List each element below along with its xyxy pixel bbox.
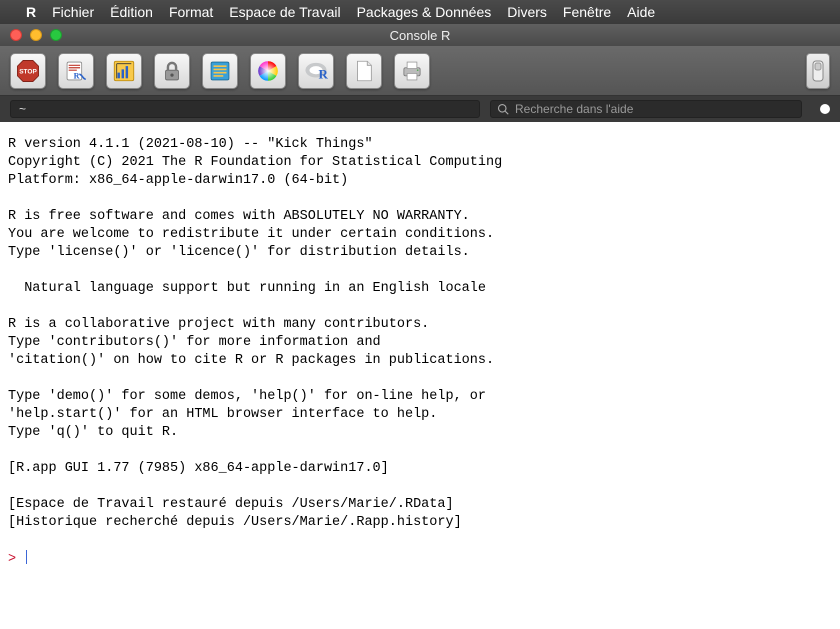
r-console-window: Console R STOP R [0, 24, 840, 583]
svg-text:R: R [74, 71, 80, 80]
svg-text:R: R [318, 66, 328, 81]
window-titlebar: Console R [0, 24, 840, 46]
app-menu[interactable]: R [26, 4, 36, 20]
console-output[interactable]: R version 4.1.1 (2021-08-10) -- "Kick Th… [0, 122, 840, 583]
menu-espace-travail[interactable]: Espace de Travail [229, 4, 340, 20]
colors-button[interactable] [250, 53, 286, 89]
toolbar-overflow-button[interactable] [806, 53, 830, 89]
system-menubar: R Fichier Édition Format Espace de Trava… [0, 0, 840, 24]
rlogo-icon: R [303, 58, 329, 84]
quartz-button[interactable] [106, 53, 142, 89]
history-button[interactable] [202, 53, 238, 89]
help-search-field[interactable] [490, 100, 802, 118]
pathbar: ~ [0, 96, 840, 122]
menu-edition[interactable]: Édition [110, 4, 153, 20]
stop-button[interactable]: STOP [10, 53, 46, 89]
console-prompt: > [8, 552, 16, 567]
quartz-icon [111, 58, 137, 84]
newdoc-icon [351, 58, 377, 84]
menu-fenetre[interactable]: Fenêtre [563, 4, 611, 20]
menu-fichier[interactable]: Fichier [52, 4, 94, 20]
window-toolbar: STOP R [0, 46, 840, 96]
working-directory-text: ~ [19, 102, 26, 116]
lock-icon [159, 58, 185, 84]
stop-icon: STOP [15, 58, 41, 84]
menu-divers[interactable]: Divers [507, 4, 547, 20]
menu-packages-donnees[interactable]: Packages & Données [357, 4, 492, 20]
colors-icon [255, 58, 281, 84]
window-title: Console R [0, 28, 840, 43]
search-icon [497, 103, 509, 115]
print-icon [399, 58, 425, 84]
print-button[interactable] [394, 53, 430, 89]
source-icon: R [63, 58, 89, 84]
console-text: R version 4.1.1 (2021-08-10) -- "Kick Th… [8, 137, 502, 530]
menu-aide[interactable]: Aide [627, 4, 655, 20]
source-button[interactable]: R [58, 53, 94, 89]
menu-format[interactable]: Format [169, 4, 213, 20]
svg-text:STOP: STOP [19, 68, 37, 75]
rlogo-button[interactable]: R [298, 53, 334, 89]
newdoc-button[interactable] [346, 53, 382, 89]
window-controls [0, 29, 62, 41]
minimize-button[interactable] [30, 29, 42, 41]
working-directory-display[interactable]: ~ [10, 100, 480, 118]
status-indicator [820, 104, 830, 114]
zoom-button[interactable] [50, 29, 62, 41]
lock-button[interactable] [154, 53, 190, 89]
switch-icon [811, 59, 825, 83]
close-button[interactable] [10, 29, 22, 41]
help-search-input[interactable] [515, 102, 795, 116]
history-icon [207, 58, 233, 84]
console-cursor [26, 550, 27, 564]
